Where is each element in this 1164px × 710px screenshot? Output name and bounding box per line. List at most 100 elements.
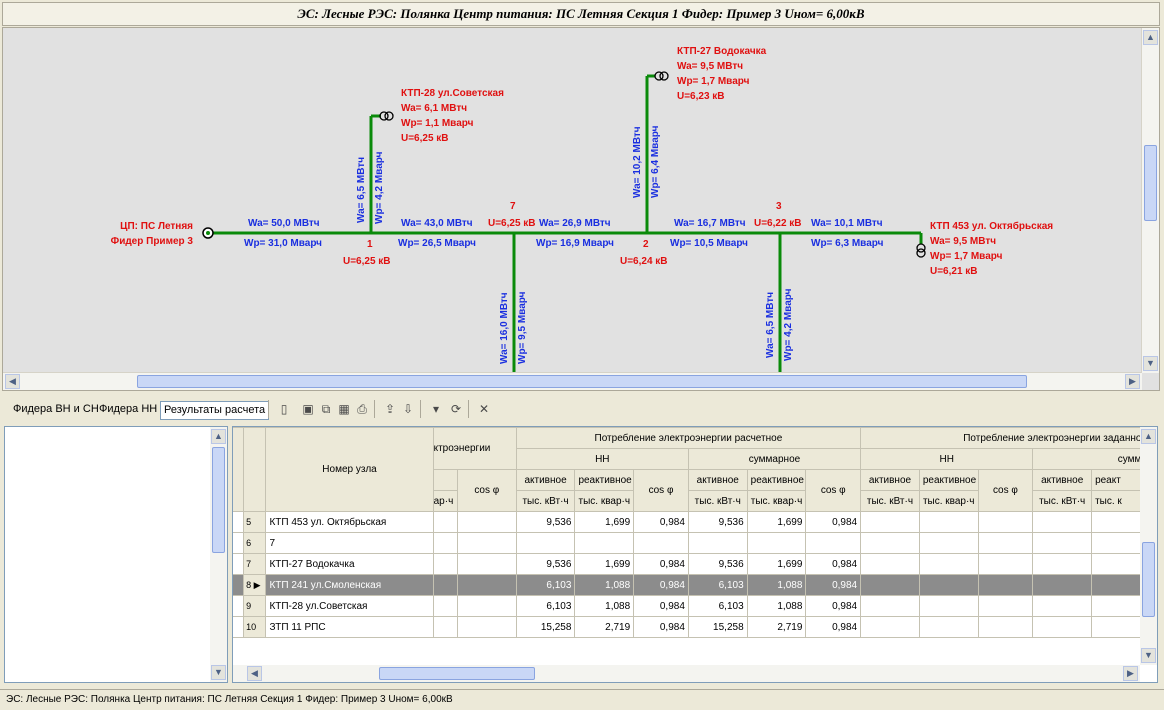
header-calc: Потребление электроэнергии расчетное xyxy=(515,427,862,449)
header-active: активное xyxy=(860,469,920,491)
node-number: 1 xyxy=(367,239,373,250)
svg-text:Wa= 9,5 МВтч: Wa= 9,5 МВтч xyxy=(930,236,996,247)
copy-icon[interactable]: ⧉ xyxy=(318,401,334,417)
branch-wa: Wa= 6,5 МВтч xyxy=(765,292,776,358)
svg-text:Wa= 9,5 МВтч: Wa= 9,5 МВтч xyxy=(677,61,743,72)
svg-text:Wa= 6,1 МВтч: Wa= 6,1 МВтч xyxy=(401,103,467,114)
excel-icon[interactable]: ▦ xyxy=(336,401,352,417)
diagram-hscroll-thumb[interactable] xyxy=(137,375,1027,388)
ktp-label-sovetskaya: КТП-28 ул.Советская Wa= 6,1 МВтч Wp= 1,1… xyxy=(401,88,504,144)
node-number: 3 xyxy=(776,201,782,212)
export-icon[interactable]: ⇪ xyxy=(382,401,398,417)
results-grid[interactable]: Номер узла ктроэнергии Потребление элект… xyxy=(232,426,1158,683)
scroll-down-icon[interactable]: ▼ xyxy=(211,665,226,680)
node-voltage: U=6,25 кВ xyxy=(343,256,391,267)
header-unit: тыс. кВт·ч xyxy=(687,490,748,512)
header-node[interactable]: Номер узла xyxy=(265,427,434,512)
segment-wa: Wa= 26,9 МВтч xyxy=(539,218,611,229)
source-label-line1: ЦП: ПС Летняя xyxy=(120,221,193,232)
scroll-down-icon[interactable]: ▼ xyxy=(1143,356,1158,371)
header-unit: тыс. кВт·ч xyxy=(515,490,576,512)
import-icon[interactable]: ⇩ xyxy=(400,401,416,417)
header-total: сумма xyxy=(1032,448,1140,470)
segment-wp: Wp= 16,9 Мварч xyxy=(536,238,614,249)
branch-wp: Wp= 4,2 Мварч xyxy=(374,151,385,224)
segment-wa: Wa= 10,1 МВтч xyxy=(811,218,883,229)
grid-vscroll-thumb[interactable] xyxy=(1142,542,1155,617)
header-nn: НН xyxy=(515,448,689,470)
header-unit: тыс. квар·ч xyxy=(918,490,979,512)
table-row-selected[interactable]: 8 ▶ КТП 241 ул.Смоленская 6,103 1,088 0,98… xyxy=(233,574,1140,596)
tree-scrollbar[interactable]: ▲ ▼ xyxy=(210,427,227,682)
save-icon[interactable]: ▣ xyxy=(300,401,316,417)
header-reactive: реактивное xyxy=(746,469,807,491)
clipboard-icon[interactable]: ▯ xyxy=(276,401,292,417)
segment-wa: Wa= 43,0 МВтч xyxy=(401,218,473,229)
header-unit: тыс. кВт·ч xyxy=(860,490,920,512)
header-unit: тыс. квар·ч xyxy=(574,490,635,512)
tab-calc-results[interactable]: Результаты расчета xyxy=(160,401,270,420)
header-active: активное xyxy=(515,469,576,491)
scroll-up-icon[interactable]: ▲ xyxy=(1143,30,1158,45)
refresh-icon[interactable]: ⟳ xyxy=(448,401,464,417)
header-given: Потребление электроэнергии заданное xyxy=(860,427,1140,449)
header-unit: тыс. кВт·ч xyxy=(1032,490,1093,512)
ktp-label-vodokachka: КТП-27 Водокачка Wa= 9,5 МВтч Wp= 1,7 Мв… xyxy=(677,46,767,102)
diagram-vscroll-thumb[interactable] xyxy=(1144,145,1157,221)
branch-wa: Wa= 10,2 МВтч xyxy=(632,126,643,198)
clear-icon[interactable]: ✕ xyxy=(476,401,492,417)
node-number: 7 xyxy=(510,201,516,212)
table-row[interactable]: 6 7 xyxy=(233,532,1140,554)
transformer-icon xyxy=(379,111,394,121)
tab-feeders-vn-sn[interactable]: Фидера ВН и СН xyxy=(10,401,102,418)
node-number: 2 xyxy=(643,239,649,250)
scroll-up-icon[interactable]: ▲ xyxy=(211,429,226,444)
segment-wp: Wp= 31,0 Мварч xyxy=(244,238,322,249)
header-total: суммарное xyxy=(687,448,862,470)
node-voltage: U=6,25 кВ xyxy=(488,218,536,229)
branch-wp: Wp= 6,4 Мварч xyxy=(650,125,661,198)
filter-icon[interactable]: ▾ xyxy=(428,401,444,417)
segment-wp: Wp= 26,5 Мварч xyxy=(398,238,476,249)
grid-horizontal-scrollbar[interactable]: ◀ ▶ xyxy=(233,665,1140,682)
table-row[interactable]: 5 КТП 453 ул. Октябрьская 9,536 1,699 0,98… xyxy=(233,511,1140,533)
branch-wa: Wa= 6,5 МВтч xyxy=(356,157,367,223)
source-label-line2: Фидер Пример 3 xyxy=(111,236,194,247)
print-icon[interactable]: ⎙ xyxy=(354,401,370,417)
node-tree-panel[interactable]: ▲ ▼ xyxy=(4,426,228,683)
tab-feeders-nn[interactable]: Фидера НН xyxy=(96,401,160,418)
scroll-down-icon[interactable]: ▼ xyxy=(1141,648,1156,663)
header-reactive: реактивное xyxy=(574,469,635,491)
scroll-right-icon[interactable]: ▶ xyxy=(1123,666,1138,681)
segment-wp: Wp= 10,5 Мварч xyxy=(670,238,748,249)
svg-text:U=6,23 кВ: U=6,23 кВ xyxy=(677,91,725,102)
scroll-up-icon[interactable]: ▲ xyxy=(1141,429,1156,444)
svg-text:Wp= 1,1 Мварч: Wp= 1,1 Мварч xyxy=(401,118,474,129)
diagram-horizontal-scrollbar[interactable]: ◀ ▶ xyxy=(3,372,1142,390)
table-row[interactable]: 10 ЗТП 11 РПС 15,258 2,719 0,984 15,258 2,7… xyxy=(233,616,1140,638)
table-row[interactable]: 7 КТП-27 Водокачка 9,536 1,699 0,984 9,536… xyxy=(233,553,1140,575)
svg-text:КТП-28 ул.Советская: КТП-28 ул.Советская xyxy=(401,88,504,99)
segment-wp: Wp= 6,3 Мварч xyxy=(811,238,884,249)
table-row[interactable]: 9 КТП-28 ул.Советская 6,103 1,088 0,984 6,… xyxy=(233,595,1140,617)
grid-vertical-scrollbar[interactable]: ▲ ▼ xyxy=(1140,427,1157,665)
segment-wa: Wa= 50,0 МВтч xyxy=(248,218,320,229)
scroll-right-icon[interactable]: ▶ xyxy=(1125,374,1140,389)
grid-hscroll-thumb[interactable] xyxy=(379,667,535,680)
tree-scroll-thumb[interactable] xyxy=(212,447,225,553)
branch-wp: Wp= 9,5 Мварч xyxy=(517,291,528,364)
branch-wp: Wp= 4,2 Мварч xyxy=(783,288,794,361)
header-active: активное xyxy=(687,469,748,491)
feeder-diagram[interactable]: ЦП: ПС Летняя Фидер Пример 3 Wa= 50,0 МВ… xyxy=(2,27,1160,391)
node-voltage: U=6,24 кВ xyxy=(620,256,668,267)
header-reactive: реактивное xyxy=(918,469,979,491)
scroll-left-icon[interactable]: ◀ xyxy=(247,666,262,681)
scroll-left-icon[interactable]: ◀ xyxy=(5,374,20,389)
segment-wa: Wa= 16,7 МВтч xyxy=(674,218,746,229)
header-unit: тыс. квар·ч xyxy=(746,490,807,512)
source-dot xyxy=(206,231,210,235)
diagram-vertical-scrollbar[interactable]: ▲ ▼ xyxy=(1141,28,1159,373)
diagram-title: ЭС: Лесные РЭС: Полянка Центр питания: П… xyxy=(2,2,1160,26)
transformer-icon xyxy=(916,243,926,258)
header-energy: ктроэнергии xyxy=(432,427,517,470)
